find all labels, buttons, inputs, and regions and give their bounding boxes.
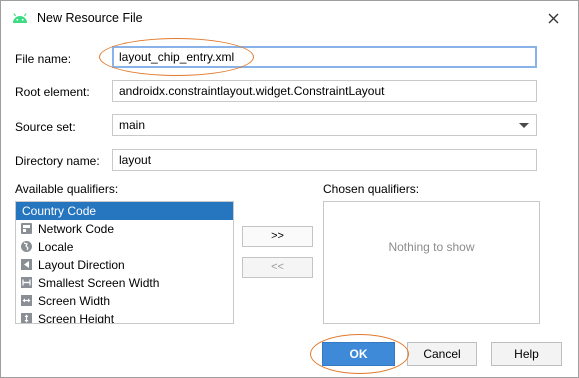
qualifier-label: Locale: [38, 240, 74, 254]
qualifier-item-locale[interactable]: Locale: [16, 238, 233, 256]
source-set-dropdown[interactable]: main: [112, 114, 537, 136]
smallest-width-icon: [21, 277, 32, 288]
qualifier-item-smallest-screen-width[interactable]: Smallest Screen Width: [16, 274, 233, 292]
source-set-label: Source set:: [15, 120, 76, 134]
qualifier-label: Layout Direction: [38, 258, 125, 272]
chosen-qualifiers-list[interactable]: Nothing to show: [323, 201, 540, 324]
help-button[interactable]: Help: [491, 342, 562, 366]
dialog-title: New Resource File: [37, 11, 143, 25]
available-qualifiers-label: Available qualifiers:: [15, 182, 119, 196]
directory-name-label: Directory name:: [15, 154, 100, 168]
add-qualifier-button[interactable]: >>: [242, 226, 313, 247]
layout-direction-icon: [21, 259, 32, 270]
directory-name-field[interactable]: layout: [112, 149, 537, 171]
cancel-button[interactable]: Cancel: [407, 342, 477, 366]
qualifier-label: Screen Height: [38, 312, 115, 324]
ok-button[interactable]: OK: [322, 342, 395, 366]
qualifier-item-network-code[interactable]: Network Code: [16, 220, 233, 238]
chosen-qualifiers-label: Chosen qualifiers:: [323, 182, 420, 196]
available-qualifiers-list[interactable]: Country Code Network Code Locale Layout …: [15, 201, 234, 324]
globe-icon: [21, 241, 32, 252]
title-bar: New Resource File: [1, 1, 578, 35]
android-icon: [13, 13, 27, 23]
close-icon: [548, 13, 558, 23]
qualifier-label: Country Code: [22, 204, 97, 218]
qualifier-item-country-code[interactable]: Country Code: [16, 202, 233, 220]
qualifier-label: Network Code: [38, 222, 115, 236]
file-name-label: File name:: [15, 52, 72, 66]
empty-state-text: Nothing to show: [388, 240, 475, 254]
screen-height-icon: [21, 313, 32, 323]
network-code-icon: [21, 223, 32, 234]
screen-width-icon: [21, 295, 32, 306]
qualifier-item-layout-direction[interactable]: Layout Direction: [16, 256, 233, 274]
qualifier-label: Smallest Screen Width: [38, 276, 160, 290]
chevron-down-icon: [519, 123, 529, 128]
new-resource-file-dialog: New Resource File File name: layout_chip…: [0, 0, 579, 378]
qualifier-item-screen-height[interactable]: Screen Height: [16, 310, 233, 324]
file-name-field[interactable]: layout_chip_entry.xml: [112, 46, 537, 68]
qualifier-label: Screen Width: [38, 294, 111, 308]
root-element-field[interactable]: androidx.constraintlayout.widget.Constra…: [112, 80, 537, 102]
source-set-value: main: [119, 118, 146, 132]
qualifier-item-screen-width[interactable]: Screen Width: [16, 292, 233, 310]
close-button[interactable]: [541, 7, 565, 29]
root-element-label: Root element:: [15, 85, 90, 99]
remove-qualifier-button[interactable]: <<: [242, 257, 313, 278]
